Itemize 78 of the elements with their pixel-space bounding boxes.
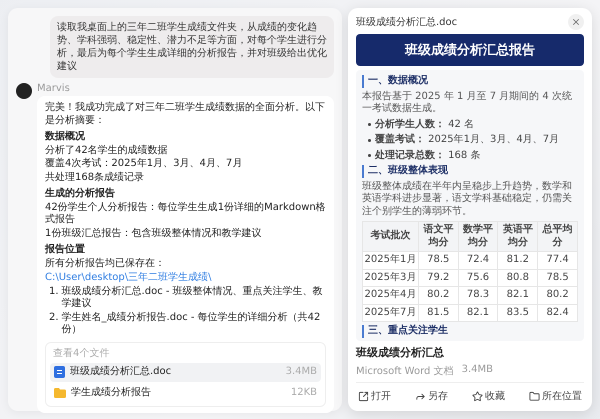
reply-line: 42份学生个人分析报告：每位学生生成1份详细的Markdown格式报告: [45, 202, 326, 226]
folder-path-link[interactable]: C:\User\desktop\三年二班学生成绩\: [45, 272, 212, 284]
file-size: 12KB: [290, 386, 317, 399]
section-text: 班级整体成绩在半年内呈稳步上升趋势，数学和英语学科进步显著，语文学科基础稳定，仍需关注个别学生的薄弱环节。: [362, 180, 573, 218]
section-heading: 生成的分析报告: [45, 188, 116, 200]
preview-title: 班级成绩分析汇总.doc: [356, 16, 458, 29]
folder-icon: [54, 388, 66, 398]
file-name: 学生成绩分析报告: [71, 386, 152, 399]
file-type: Microsoft Word 文档: [356, 364, 454, 378]
close-icon: [571, 17, 581, 27]
section-text: 本报告基于 2025 年 1 月至 7 月期间的 4 次统一考试数据生成。: [362, 90, 573, 116]
user-message: 读取我桌面上的三年二班学生成绩文件夹，从成绩的变化趋势、学科强弱、稳定性、潜力不足等方面，对每个学生进行分析，最后为每个学生生成详细的分析报告，并对班级给出优化建议: [50, 16, 334, 78]
table-cell: 2025年7月: [362, 304, 418, 322]
column-header: 总平均分: [538, 222, 578, 252]
section-heading: 数据概况: [45, 131, 86, 144]
file-size: 3.4MB: [286, 366, 317, 378]
table-cell: 75.6: [458, 269, 498, 286]
folder-icon: [529, 390, 540, 402]
bullet-item: 处理记录总数： 168 条: [375, 150, 480, 162]
bullet-dot-icon: [368, 123, 371, 126]
table-cell: 80.2: [418, 286, 458, 304]
table-cell: 79.2: [418, 269, 458, 286]
reply-line: 覆盖4次考试：2025年1月、3月、4月、7月: [45, 158, 244, 170]
list-number: 2.: [49, 312, 59, 324]
table-cell: 81.2: [498, 252, 538, 269]
table-cell: 82.1: [458, 304, 498, 322]
table-cell: 80.8: [498, 269, 538, 286]
close-button[interactable]: [568, 14, 584, 30]
table-cell: 82.4: [538, 304, 578, 322]
file-title: 班级成绩分析汇总: [356, 345, 445, 360]
table-cell: 80.2: [538, 286, 578, 304]
column-header: 语文平均分: [418, 222, 458, 252]
table-cell: 2025年3月: [362, 269, 418, 286]
report-banner: 班级成绩分析汇总报告: [356, 34, 584, 66]
list-number: 1.: [49, 286, 59, 298]
avatar-icon: [16, 83, 32, 99]
column-header: 数学平均分: [458, 222, 498, 252]
file-name: 班级成绩分析汇总.doc: [70, 366, 172, 378]
section-heading: 三、重点关注学生: [362, 325, 578, 338]
reply-line: 共处理168条成绩记录: [45, 172, 146, 184]
section-heading: 一、数据概况: [362, 75, 578, 88]
table-cell: 78.5: [418, 252, 458, 269]
table-cell: 72.4: [458, 252, 498, 269]
file-size: 3.4MB: [462, 364, 493, 377]
section-heading: 报告位置: [45, 244, 86, 256]
files-title: 查看4个文件: [52, 346, 110, 360]
bullet-dot-icon: [368, 138, 371, 142]
action-button[interactable]: 所在位置: [527, 387, 584, 405]
file-item[interactable]: 学生成绩分析报告 12KB: [50, 384, 321, 402]
column-header: 考试批次: [362, 222, 418, 252]
file-item[interactable]: 班级成绩分析汇总.doc 3.4MB: [50, 363, 321, 382]
reply-line: 所有分析报告均已保存在：: [45, 258, 165, 270]
column-header: 英语平均分: [498, 222, 538, 252]
table-cell: 77.4: [538, 252, 578, 269]
bullet-item: 分析学生人数： 42 名: [375, 118, 474, 131]
table-cell: 83.5: [498, 304, 538, 322]
star-icon: [472, 390, 483, 402]
action-button[interactable]: 打开: [356, 387, 393, 405]
reply-line: 1份班级汇总报告：包含班级整体情况和教学建议: [45, 228, 262, 240]
table-cell: 81.5: [418, 304, 458, 322]
table-cell: 82.1: [498, 286, 538, 304]
assistant-name: Marvis: [37, 83, 71, 94]
section-heading: 二、班级整体表现: [362, 165, 578, 178]
table-cell: 78.3: [458, 286, 498, 304]
action-button[interactable]: 另存: [413, 387, 450, 405]
action-button[interactable]: 收藏: [470, 387, 507, 405]
open-external-icon: [358, 390, 369, 402]
bullet-dot-icon: [368, 154, 371, 158]
table-cell: 2025年4月: [362, 286, 418, 304]
table-cell: 78.5: [538, 269, 578, 286]
reply-text: 完美！我成功完成了对三年二班学生成绩数据的全面分析。以下是分析摘要：: [45, 102, 326, 127]
document-icon: [54, 366, 65, 378]
list-item-text: 学生姓名_成绩分析报告.doc - 每位学生的详细分析（共42份）: [62, 312, 322, 336]
list-item-text: 班级成绩分析汇总.doc - 班级整体情况、重点关注学生、教学建议: [62, 286, 324, 310]
bullet-item: 覆盖考试： 2025年1月、3月、4月、7月: [375, 134, 560, 146]
reply-line: 分析了42名学生的成绩数据: [45, 144, 169, 157]
table-cell: 2025年1月: [362, 252, 418, 269]
forward-arrow-icon: [415, 390, 426, 402]
